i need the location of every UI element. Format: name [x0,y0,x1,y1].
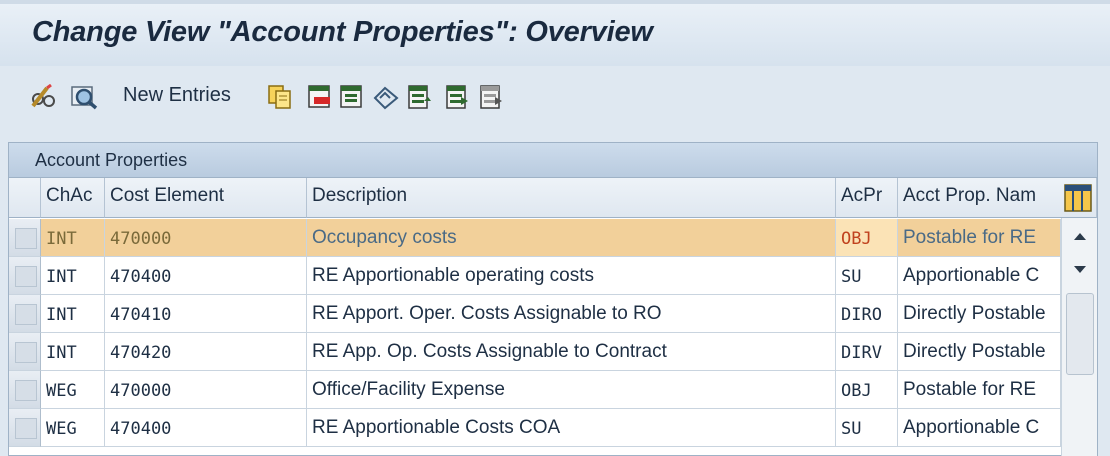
cell-description: Occupancy costs [307,219,836,257]
cell-chac: WEG [41,371,105,409]
cell-chac: INT [41,257,105,295]
select-all-icon[interactable] [372,84,400,110]
cell-acpr-input[interactable]: OBJ [836,219,898,257]
cell-acct-prop-name: Directly Postable [898,295,1061,333]
cell-cost-element: 470000 [105,219,307,257]
cell-acct-prop-name: Apportionable C [898,409,1061,447]
row-selector[interactable] [9,295,41,333]
column-header-chac[interactable]: ChAc [41,178,105,218]
select-all-rows-button[interactable] [9,178,41,218]
cell-acct-prop-name: Postable for RE [898,371,1061,409]
row-selector[interactable] [9,333,41,371]
scroll-down-icon[interactable] [1066,256,1094,284]
scroll-up-icon[interactable] [1066,222,1094,250]
cell-cost-element: 470410 [105,295,307,333]
row-selector[interactable] [9,219,41,257]
cell-acct-prop-name: Apportionable C [898,257,1061,295]
account-properties-table-panel: Account Properties ChAc Cost Element Des… [8,142,1098,456]
row-selector[interactable] [9,409,41,447]
cell-acpr-input[interactable]: OBJ [836,371,898,409]
table-row[interactable]: INT 470000 Occupancy costs OBJ Postable for … [9,219,1061,257]
copy-as-icon[interactable] [266,84,294,110]
cell-acpr-input[interactable]: DIRV [836,333,898,371]
delete-icon[interactable] [306,84,334,110]
column-header-description[interactable]: Description [307,178,836,218]
row-selector[interactable] [9,371,41,409]
cell-cost-element: 470000 [105,371,307,409]
table-panel-header: Account Properties [9,143,1097,178]
cell-acct-prop-name: Directly Postable [898,333,1061,371]
deselect-all-icon[interactable] [478,84,506,110]
cell-description: RE Apportionable Costs COA [307,409,836,447]
scrollbar-thumb[interactable] [1066,293,1094,375]
cell-chac: INT [41,295,105,333]
magnifier-details-icon[interactable] [70,84,98,110]
column-header-acpr[interactable]: AcPr [836,178,898,218]
cell-acpr-input[interactable]: SU [836,409,898,447]
undo-change-icon[interactable] [338,84,366,110]
title-bar: Change View "Account Properties": Overvi… [0,0,1110,66]
row-selector[interactable] [9,257,41,295]
cell-chac: INT [41,333,105,371]
glasses-pencil-icon[interactable] [30,84,58,110]
table-row[interactable]: INT 470400 RE Apportionable operating cost… [9,257,1061,295]
table-row[interactable]: WEG 470000 Office/Facility Expense OBJ Posta… [9,371,1061,409]
table-row[interactable]: INT 470420 RE App. Op. Costs Assignable to… [9,333,1061,371]
vertical-scrollbar[interactable] [1061,218,1097,456]
cell-chac: WEG [41,409,105,447]
cell-acpr-input[interactable]: SU [836,257,898,295]
application-toolbar: New Entries [0,66,1110,128]
column-header-cost-element[interactable]: Cost Element [105,178,307,218]
table-row[interactable]: WEG 470400 RE Apportionable Costs COA SU App… [9,409,1061,447]
table-row[interactable]: INT 470410 RE Apport. Oper. Costs Assignab… [9,295,1061,333]
cell-description: RE App. Op. Costs Assignable to Contract [307,333,836,371]
cell-description: Office/Facility Expense [307,371,836,409]
cell-description: RE Apport. Oper. Costs Assignable to RO [307,295,836,333]
cell-acct-prop-name: Postable for RE [898,219,1061,257]
cell-cost-element: 470420 [105,333,307,371]
select-block-icon[interactable] [406,84,434,110]
cell-cost-element: 470400 [105,409,307,447]
new-entries-button[interactable]: New Entries [123,84,231,107]
table-settings-icon[interactable] [1061,182,1095,214]
cell-cost-element: 470400 [105,257,307,295]
table-title: Account Properties [35,150,188,170]
cell-description: RE Apportionable operating costs [307,257,836,295]
page-title: Change View "Account Properties": Overvi… [32,16,653,48]
select-block-alt-icon[interactable] [444,84,472,110]
cell-acpr-input[interactable]: DIRO [836,295,898,333]
cell-chac: INT [41,219,105,257]
